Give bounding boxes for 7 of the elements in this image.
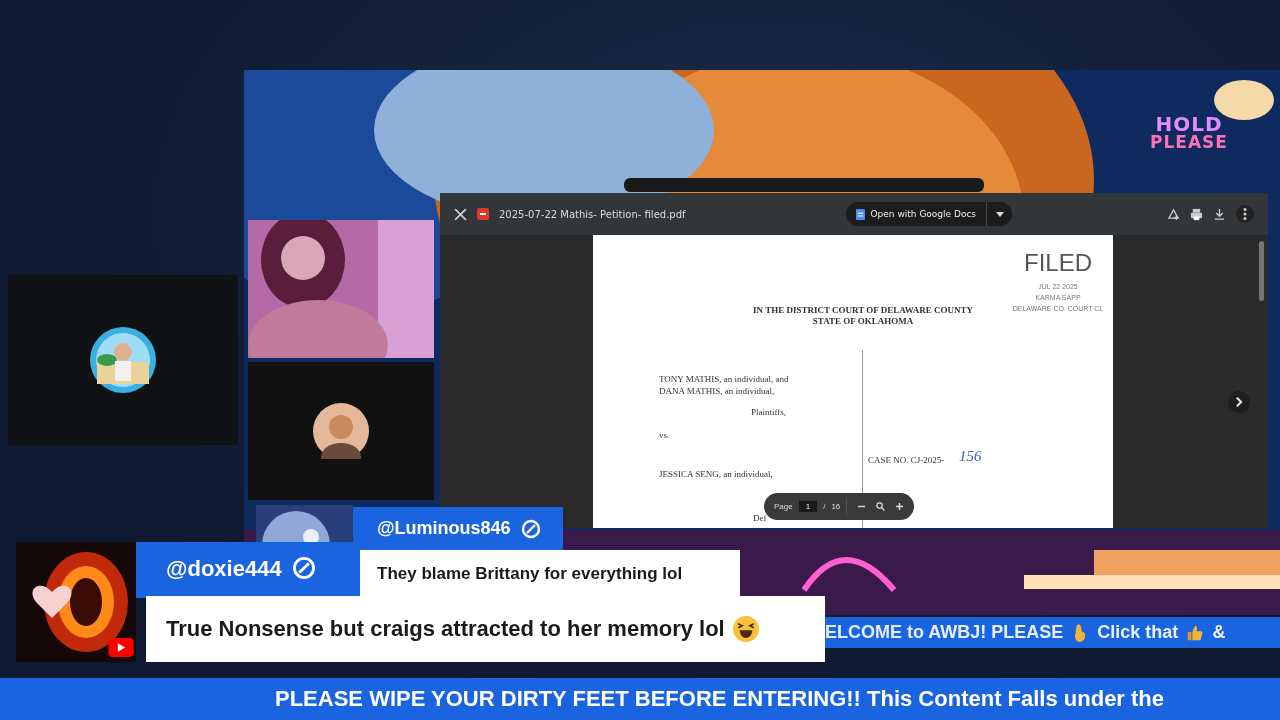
chat-message: True Nonsense but craigs attracted to her memory lol (166, 616, 725, 642)
ticker-text: & (1212, 622, 1226, 643)
video-play-icon (108, 638, 134, 657)
banner-text: PLEASE WIPE YOUR DIRTY FEET BEFORE ENTERING!! This Content Falls under the (275, 686, 1165, 712)
ticker-text: ELCOME to AWBJ! PLEASE (825, 622, 1064, 643)
ticker-text: Click that (1097, 622, 1179, 643)
laughing-emoji-icon (732, 616, 759, 642)
